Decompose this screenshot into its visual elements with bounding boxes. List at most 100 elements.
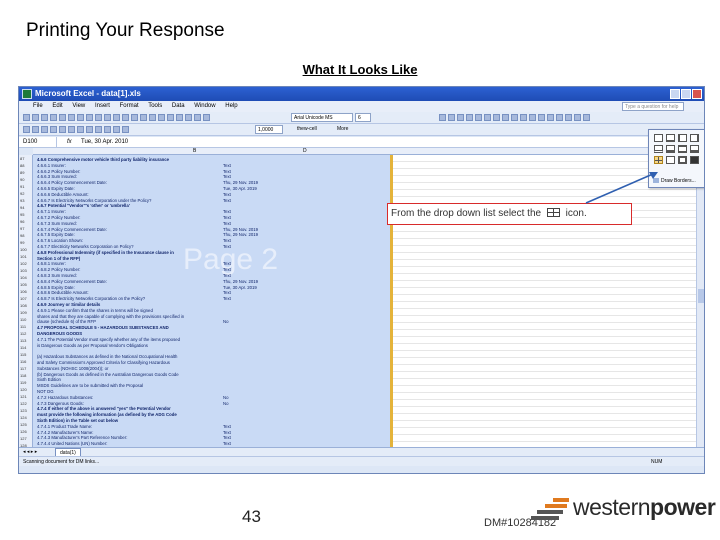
row-number[interactable]: 94 [19, 204, 32, 211]
permission-icon[interactable] [50, 114, 57, 121]
track-changes-icon[interactable] [41, 126, 48, 133]
maximize-icon[interactable] [681, 89, 691, 99]
row-number[interactable]: 127 [19, 435, 32, 442]
top-thick-bottom-border-icon[interactable] [690, 145, 699, 153]
outside-borders-icon[interactable] [666, 156, 675, 164]
border-bottom-icon[interactable] [104, 126, 111, 133]
menu-view[interactable]: View [72, 103, 85, 109]
bottom-border-icon[interactable] [666, 134, 675, 142]
row-number[interactable]: 87 [19, 155, 32, 162]
row-number[interactable]: 116 [19, 358, 32, 365]
row-number[interactable]: 102 [19, 260, 32, 267]
row-number[interactable]: 88 [19, 162, 32, 169]
shading-icon[interactable] [113, 126, 120, 133]
all-borders-icon[interactable] [654, 156, 663, 164]
font-size-select[interactable]: 6 [355, 113, 371, 122]
row-number[interactable]: 97 [19, 225, 32, 232]
row-value[interactable]: Text [223, 197, 231, 204]
row-number[interactable]: 122 [19, 400, 32, 407]
show-all-icon[interactable] [68, 126, 75, 133]
percent-icon[interactable] [511, 114, 518, 121]
comment-icon[interactable] [32, 126, 39, 133]
row-number[interactable]: 126 [19, 428, 32, 435]
fill-color-icon[interactable] [574, 114, 581, 121]
zoom-select[interactable]: 1,0000 [255, 125, 283, 134]
row-number[interactable]: 90 [19, 176, 32, 183]
minimize-icon[interactable] [670, 89, 680, 99]
row-number[interactable]: 106 [19, 288, 32, 295]
border-right-icon[interactable] [86, 126, 93, 133]
vertical-scrollbar[interactable] [696, 155, 704, 447]
thick-bottom-border-icon[interactable] [666, 145, 675, 153]
row-number[interactable]: 115 [19, 351, 32, 358]
row-number[interactable]: 113 [19, 337, 32, 344]
merge-center-icon[interactable] [493, 114, 500, 121]
right-border-icon[interactable] [690, 134, 699, 142]
menu-tools[interactable]: Tools [148, 103, 162, 109]
double-bottom-border-icon[interactable] [654, 145, 663, 153]
thick-box-border-icon[interactable] [678, 156, 687, 164]
row-number[interactable]: 104 [19, 274, 32, 281]
wrap-icon[interactable] [122, 126, 129, 133]
ask-question-input[interactable]: Type a question for help [622, 102, 684, 111]
row-number[interactable]: 120 [19, 386, 32, 393]
hyperlink-icon[interactable] [158, 114, 165, 121]
row-number[interactable]: 99 [19, 239, 32, 246]
row-number[interactable]: 108 [19, 302, 32, 309]
row-number[interactable]: 89 [19, 169, 32, 176]
table-row[interactable]: is Dangerous Goods as per Proposal Vendo… [37, 342, 148, 349]
menu-insert[interactable]: Insert [95, 103, 110, 109]
open-icon[interactable] [32, 114, 39, 121]
reject-icon[interactable] [59, 126, 66, 133]
close-icon[interactable] [692, 89, 702, 99]
row-number[interactable]: 107 [19, 295, 32, 302]
spelling-icon[interactable] [86, 114, 93, 121]
row-number[interactable]: 105 [19, 281, 32, 288]
row-number[interactable]: 110 [19, 316, 32, 323]
formula-input[interactable]: Tue, 30 Apr. 2010 [81, 137, 128, 147]
chart-wizard-icon[interactable] [194, 114, 201, 121]
row-number[interactable]: 100 [19, 246, 32, 253]
filled-box-border-icon[interactable] [690, 156, 699, 164]
row-number[interactable]: 95 [19, 211, 32, 218]
row-number[interactable]: 93 [19, 197, 32, 204]
row-number[interactable]: 96 [19, 218, 32, 225]
accept-icon[interactable] [50, 126, 57, 133]
drawing-icon[interactable] [203, 114, 210, 121]
toolbar-cell-style[interactable]: thew-cell [297, 125, 317, 134]
row-number[interactable]: 119 [19, 379, 32, 386]
menu-file[interactable]: File [33, 103, 43, 109]
italic-icon[interactable] [448, 114, 455, 121]
row-number[interactable]: 103 [19, 267, 32, 274]
increase-indent-icon[interactable] [556, 114, 563, 121]
row-number[interactable]: 125 [19, 421, 32, 428]
row-value[interactable]: Text [223, 243, 231, 250]
menu-edit[interactable]: Edit [52, 103, 62, 109]
menu-help[interactable]: Help [225, 103, 237, 109]
borders-icon[interactable] [565, 114, 572, 121]
row-number[interactable]: 92 [19, 190, 32, 197]
fx-icon[interactable]: fx [67, 137, 72, 147]
row-number[interactable]: 98 [19, 232, 32, 239]
row-number[interactable]: 91 [19, 183, 32, 190]
row-number[interactable]: 111 [19, 323, 32, 330]
toolbar-more[interactable]: More [337, 125, 348, 134]
increase-decimal-icon[interactable] [529, 114, 536, 121]
row-number[interactable]: 112 [19, 330, 32, 337]
name-box[interactable]: D100 [21, 137, 57, 147]
autosum-icon[interactable] [167, 114, 174, 121]
top-bottom-border-icon[interactable] [678, 145, 687, 153]
row-number[interactable]: 121 [19, 393, 32, 400]
save-icon[interactable] [41, 114, 48, 121]
font-name-select[interactable]: Arial Unicode MS [291, 113, 353, 122]
comma-icon[interactable] [520, 114, 527, 121]
column-header-b[interactable]: B [193, 148, 196, 155]
sort-asc-icon[interactable] [176, 114, 183, 121]
email-icon[interactable] [59, 114, 66, 121]
row-value[interactable]: No [223, 400, 229, 407]
column-header-d[interactable]: D [303, 148, 307, 155]
no-border-icon[interactable] [654, 134, 663, 142]
format-painter-icon[interactable] [131, 114, 138, 121]
align-right-icon[interactable] [484, 114, 491, 121]
row-number[interactable]: 118 [19, 372, 32, 379]
